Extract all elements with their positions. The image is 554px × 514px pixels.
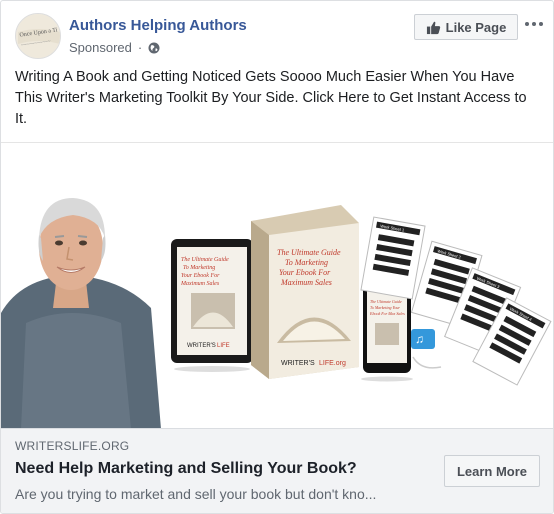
book-graphic: The Ultimate Guide To Marketing Your Ebo… — [251, 205, 359, 379]
ad-creative-image[interactable]: The Ultimate Guide To Marketing Your Ebo… — [1, 142, 553, 429]
more-options-button[interactable] — [523, 15, 545, 33]
svg-text:To Marketing: To Marketing — [183, 265, 215, 271]
svg-text:To Marketing: To Marketing — [285, 258, 328, 267]
page-avatar[interactable]: Once Upon a Ti ~~~~~~~~~~~ — [15, 13, 61, 59]
svg-text:Maximum Sales: Maximum Sales — [180, 281, 220, 287]
sponsored-label[interactable]: Sponsored — [69, 40, 132, 55]
like-page-button[interactable]: Like Page — [414, 14, 518, 40]
dot-icon — [532, 22, 536, 26]
link-description: Are you trying to market and sell your b… — [15, 486, 377, 502]
link-headline[interactable]: Need Help Marketing and Selling Your Boo… — [15, 460, 357, 478]
like-page-label: Like Page — [445, 19, 507, 35]
thumbs-up-icon — [426, 21, 440, 34]
svg-text:The Ultimate Guide: The Ultimate Guide — [181, 257, 229, 263]
sponsored-post-card: Once Upon a Ti ~~~~~~~~~~~ Authors Helpi… — [0, 0, 554, 514]
svg-text:The Ultimate Guide: The Ultimate Guide — [370, 299, 402, 304]
globe-icon — [148, 42, 160, 53]
page-name-link[interactable]: Authors Helping Authors — [69, 17, 247, 34]
tablet-graphic: The Ultimate Guide To Marketing Your Ebo… — [171, 239, 253, 372]
sponsored-row: Sponsored · — [69, 40, 160, 55]
svg-text:Your Ebook For: Your Ebook For — [181, 273, 220, 279]
svg-text:♫: ♫ — [415, 332, 424, 346]
link-preview-bar[interactable]: WRITERSLIFE.ORG Need Help Marketing and … — [1, 428, 553, 513]
svg-text:Ebook For Max Sales: Ebook For Max Sales — [369, 311, 405, 316]
dot-icon — [539, 22, 543, 26]
man-portrait — [1, 198, 161, 429]
svg-text:LIFE: LIFE — [217, 343, 230, 349]
svg-text:To Marketing Your: To Marketing Your — [370, 305, 400, 310]
svg-text:The Ultimate Guide: The Ultimate Guide — [277, 248, 341, 257]
svg-text:Maximum Sales: Maximum Sales — [280, 278, 332, 287]
link-domain: WRITERSLIFE.ORG — [15, 439, 130, 453]
svg-text:WRITER'S: WRITER'S — [281, 360, 315, 367]
svg-text:WRITER'S: WRITER'S — [187, 343, 216, 349]
post-header: Once Upon a Ti ~~~~~~~~~~~ Authors Helpi… — [1, 1, 553, 63]
svg-text:Your Ebook For: Your Ebook For — [279, 268, 331, 277]
post-body-text: Writing A Book and Getting Noticed Gets … — [15, 69, 527, 127]
learn-more-button[interactable]: Learn More — [444, 455, 540, 487]
svg-text:LIFE.org: LIFE.org — [319, 360, 346, 367]
dot-icon — [525, 22, 529, 26]
